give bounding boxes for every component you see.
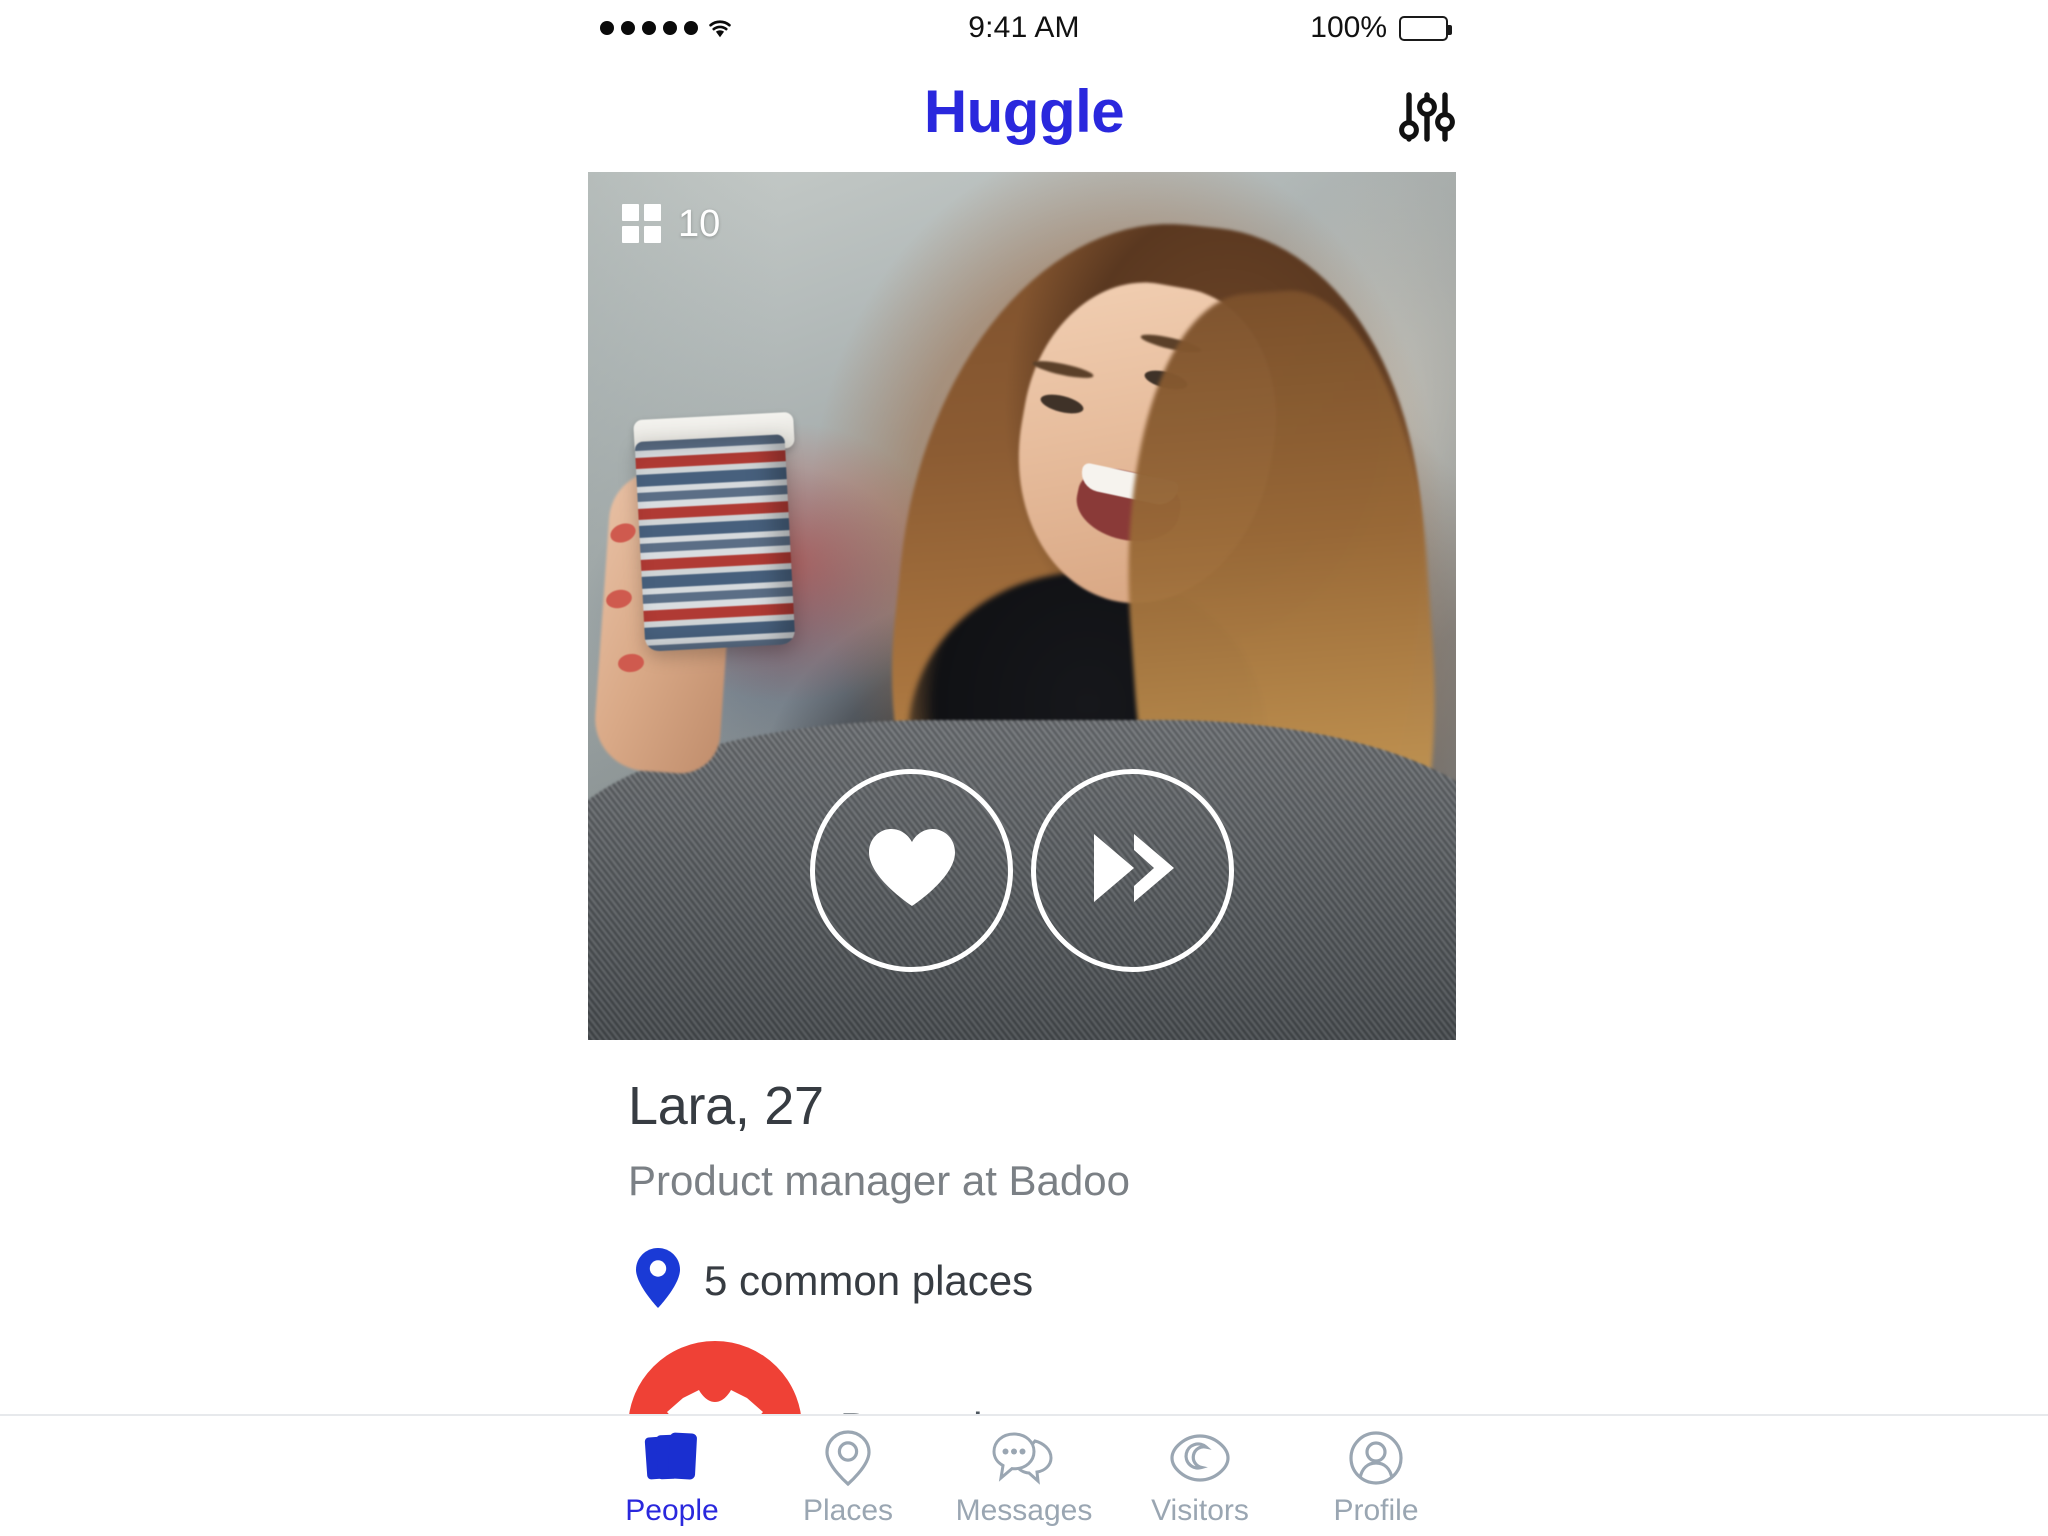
eye-moon-icon [1168, 1428, 1232, 1488]
tab-places-label: Places [802, 1494, 894, 1527]
tab-messages-label: Messages [955, 1494, 1093, 1527]
battery-percent-label: 100% [1310, 11, 1387, 44]
tab-profile-label: Profile [1333, 1494, 1419, 1527]
photo-action-buttons [588, 769, 1456, 972]
like-button[interactable] [810, 769, 1013, 972]
common-places-label: 5 common places [704, 1256, 1034, 1304]
status-bar-right: 100% [1310, 11, 1452, 45]
double-chevron-right-icon [1086, 828, 1180, 913]
tab-places[interactable]: Places [760, 1416, 936, 1536]
profile-subtitle: Product manager at Badoo [628, 1157, 1130, 1204]
common-places-row[interactable]: 5 common places [588, 1210, 1456, 1315]
app-header: Huggle [0, 56, 2048, 168]
tab-people-label: People [625, 1494, 719, 1527]
profile-photo-card[interactable]: 10 [588, 172, 1456, 1040]
tab-visitors[interactable]: Visitors [1112, 1416, 1288, 1536]
stacked-cards-icon [643, 1428, 701, 1488]
photo-count-badge[interactable]: 10 [622, 204, 720, 243]
tab-visitors-label: Visitors [1151, 1494, 1249, 1527]
status-bar: 9:41 AM 100% [0, 0, 2048, 56]
heart-icon [865, 826, 959, 915]
map-pin-icon [634, 1246, 682, 1315]
map-pin-outline-icon [823, 1428, 873, 1488]
photo-coffee-cup-shape [634, 434, 796, 652]
skip-button[interactable] [1031, 769, 1234, 972]
chat-bubbles-icon [991, 1428, 1057, 1488]
battery-full-icon [1399, 15, 1452, 41]
page-title: Huggle [923, 78, 1125, 145]
photo-count-label: 10 [678, 202, 721, 245]
tab-people[interactable]: People [584, 1416, 760, 1536]
tab-messages[interactable]: Messages [936, 1416, 1112, 1536]
huggle-app-screen: 9:41 AM 100% Huggle 10 Lara, 27 Product … [0, 0, 2048, 1536]
filter-button[interactable] [1384, 84, 1470, 156]
tab-profile[interactable]: Profile [1288, 1416, 1464, 1536]
photo-grid-icon [622, 204, 661, 243]
sliders-filter-icon [1396, 89, 1458, 152]
person-circle-icon [1348, 1428, 1404, 1488]
profile-name-age: Lara, 27 [628, 1076, 824, 1136]
bottom-tab-bar: People Places Messages Visitors Profile [0, 1414, 2048, 1536]
status-bar-clock: 9:41 AM [968, 11, 1080, 44]
